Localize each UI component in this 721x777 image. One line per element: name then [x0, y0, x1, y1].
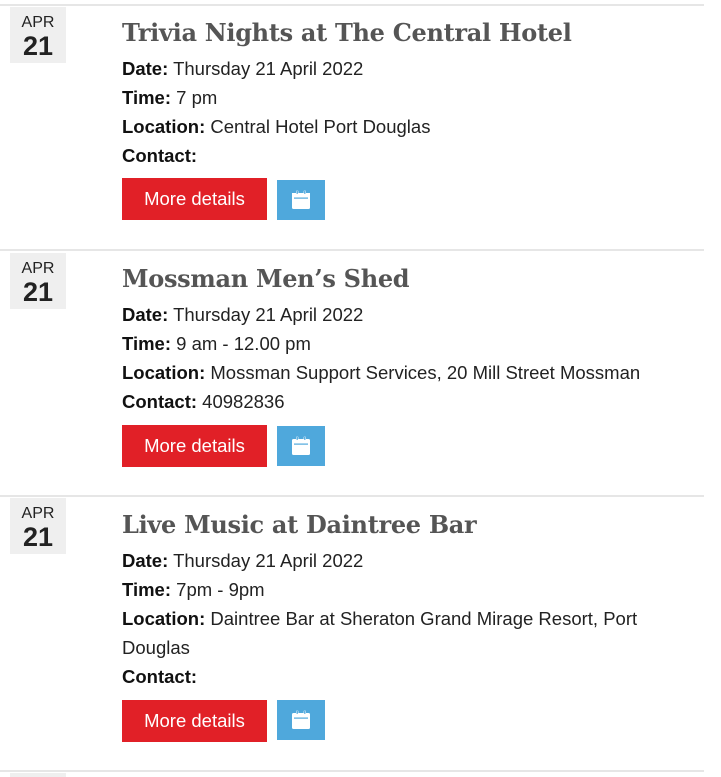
time-label: Time: — [122, 87, 172, 108]
location-value: Daintree Bar at Sheraton Grand Mirage Re… — [210, 608, 638, 629]
location-value: Mossman Support Services, 20 Mill Street… — [210, 362, 641, 383]
time-label: Time: — [122, 333, 172, 354]
event-date-row: Date: Thursday 21 April 2022 — [122, 550, 363, 572]
event-month: APR — [21, 14, 55, 31]
date-label: Date: — [122, 58, 169, 79]
event-day: 21 — [22, 522, 54, 552]
date-label: Date: — [122, 304, 169, 325]
more-details-button[interactable]: More details — [122, 700, 267, 742]
event-time-row: Time: 7pm - 9pm — [122, 579, 265, 601]
event-month: APR — [21, 505, 55, 522]
event-location-row: Location: Central Hotel Port Douglas — [122, 116, 430, 138]
event-contact-row: Contact: — [122, 666, 197, 688]
location-label: Location: — [122, 116, 206, 137]
event-contact-row: Contact: — [122, 145, 197, 167]
event-location-row: Location: Mossman Support Services, 20 M… — [122, 362, 640, 384]
more-details-button[interactable]: More details — [122, 178, 267, 220]
calendar-icon — [292, 190, 310, 209]
time-value: 7pm - 9pm — [176, 579, 265, 600]
time-label: Time: — [122, 579, 172, 600]
event-date-badge: APR 21 — [10, 253, 66, 309]
date-label: Date: — [122, 550, 169, 571]
location-value: Central Hotel Port Douglas — [210, 116, 431, 137]
add-to-calendar-button[interactable] — [277, 426, 325, 466]
event-date-badge: APR 21 — [10, 498, 66, 554]
location-label: Location: — [122, 362, 206, 383]
location-label: Location: — [122, 608, 206, 629]
event-contact-row: Contact: 40982836 — [122, 391, 284, 413]
time-value: 9 am - 12.00 pm — [176, 333, 311, 354]
contact-label: Contact: — [122, 145, 198, 166]
event-day: 21 — [22, 31, 54, 61]
date-value: Thursday 21 April 2022 — [173, 550, 364, 571]
event-time-row: Time: 9 am - 12.00 pm — [122, 333, 311, 355]
calendar-icon — [292, 710, 310, 729]
event-date-badge-partial — [10, 773, 66, 777]
event-divider — [0, 4, 704, 6]
event-location-row: Location: Daintree Bar at Sheraton Grand… — [122, 608, 637, 630]
contact-label: Contact: — [122, 391, 198, 412]
event-day: 21 — [22, 277, 54, 307]
event-title[interactable]: Live Music at Daintree Bar — [122, 510, 477, 539]
date-value: Thursday 21 April 2022 — [173, 58, 364, 79]
contact-value: 40982836 — [202, 391, 285, 412]
more-details-button[interactable]: More details — [122, 425, 267, 467]
event-divider — [0, 249, 704, 251]
calendar-icon — [292, 436, 310, 455]
event-divider — [0, 495, 704, 497]
add-to-calendar-button[interactable] — [277, 700, 325, 740]
date-value: Thursday 21 April 2022 — [173, 304, 364, 325]
contact-label: Contact: — [122, 666, 198, 687]
event-date-row: Date: Thursday 21 April 2022 — [122, 58, 363, 80]
event-time-row: Time: 7 pm — [122, 87, 217, 109]
time-value: 7 pm — [176, 87, 218, 108]
event-month: APR — [21, 260, 55, 277]
event-date-row: Date: Thursday 21 April 2022 — [122, 304, 363, 326]
event-divider — [0, 770, 704, 772]
location-value-continued: Douglas — [122, 637, 190, 658]
event-title[interactable]: Trivia Nights at The Central Hotel — [122, 18, 572, 47]
add-to-calendar-button[interactable] — [277, 180, 325, 220]
event-title[interactable]: Mossman Men’s Shed — [122, 264, 410, 293]
event-location-row-continued: Douglas — [122, 637, 190, 659]
event-date-badge: APR 21 — [10, 7, 66, 63]
